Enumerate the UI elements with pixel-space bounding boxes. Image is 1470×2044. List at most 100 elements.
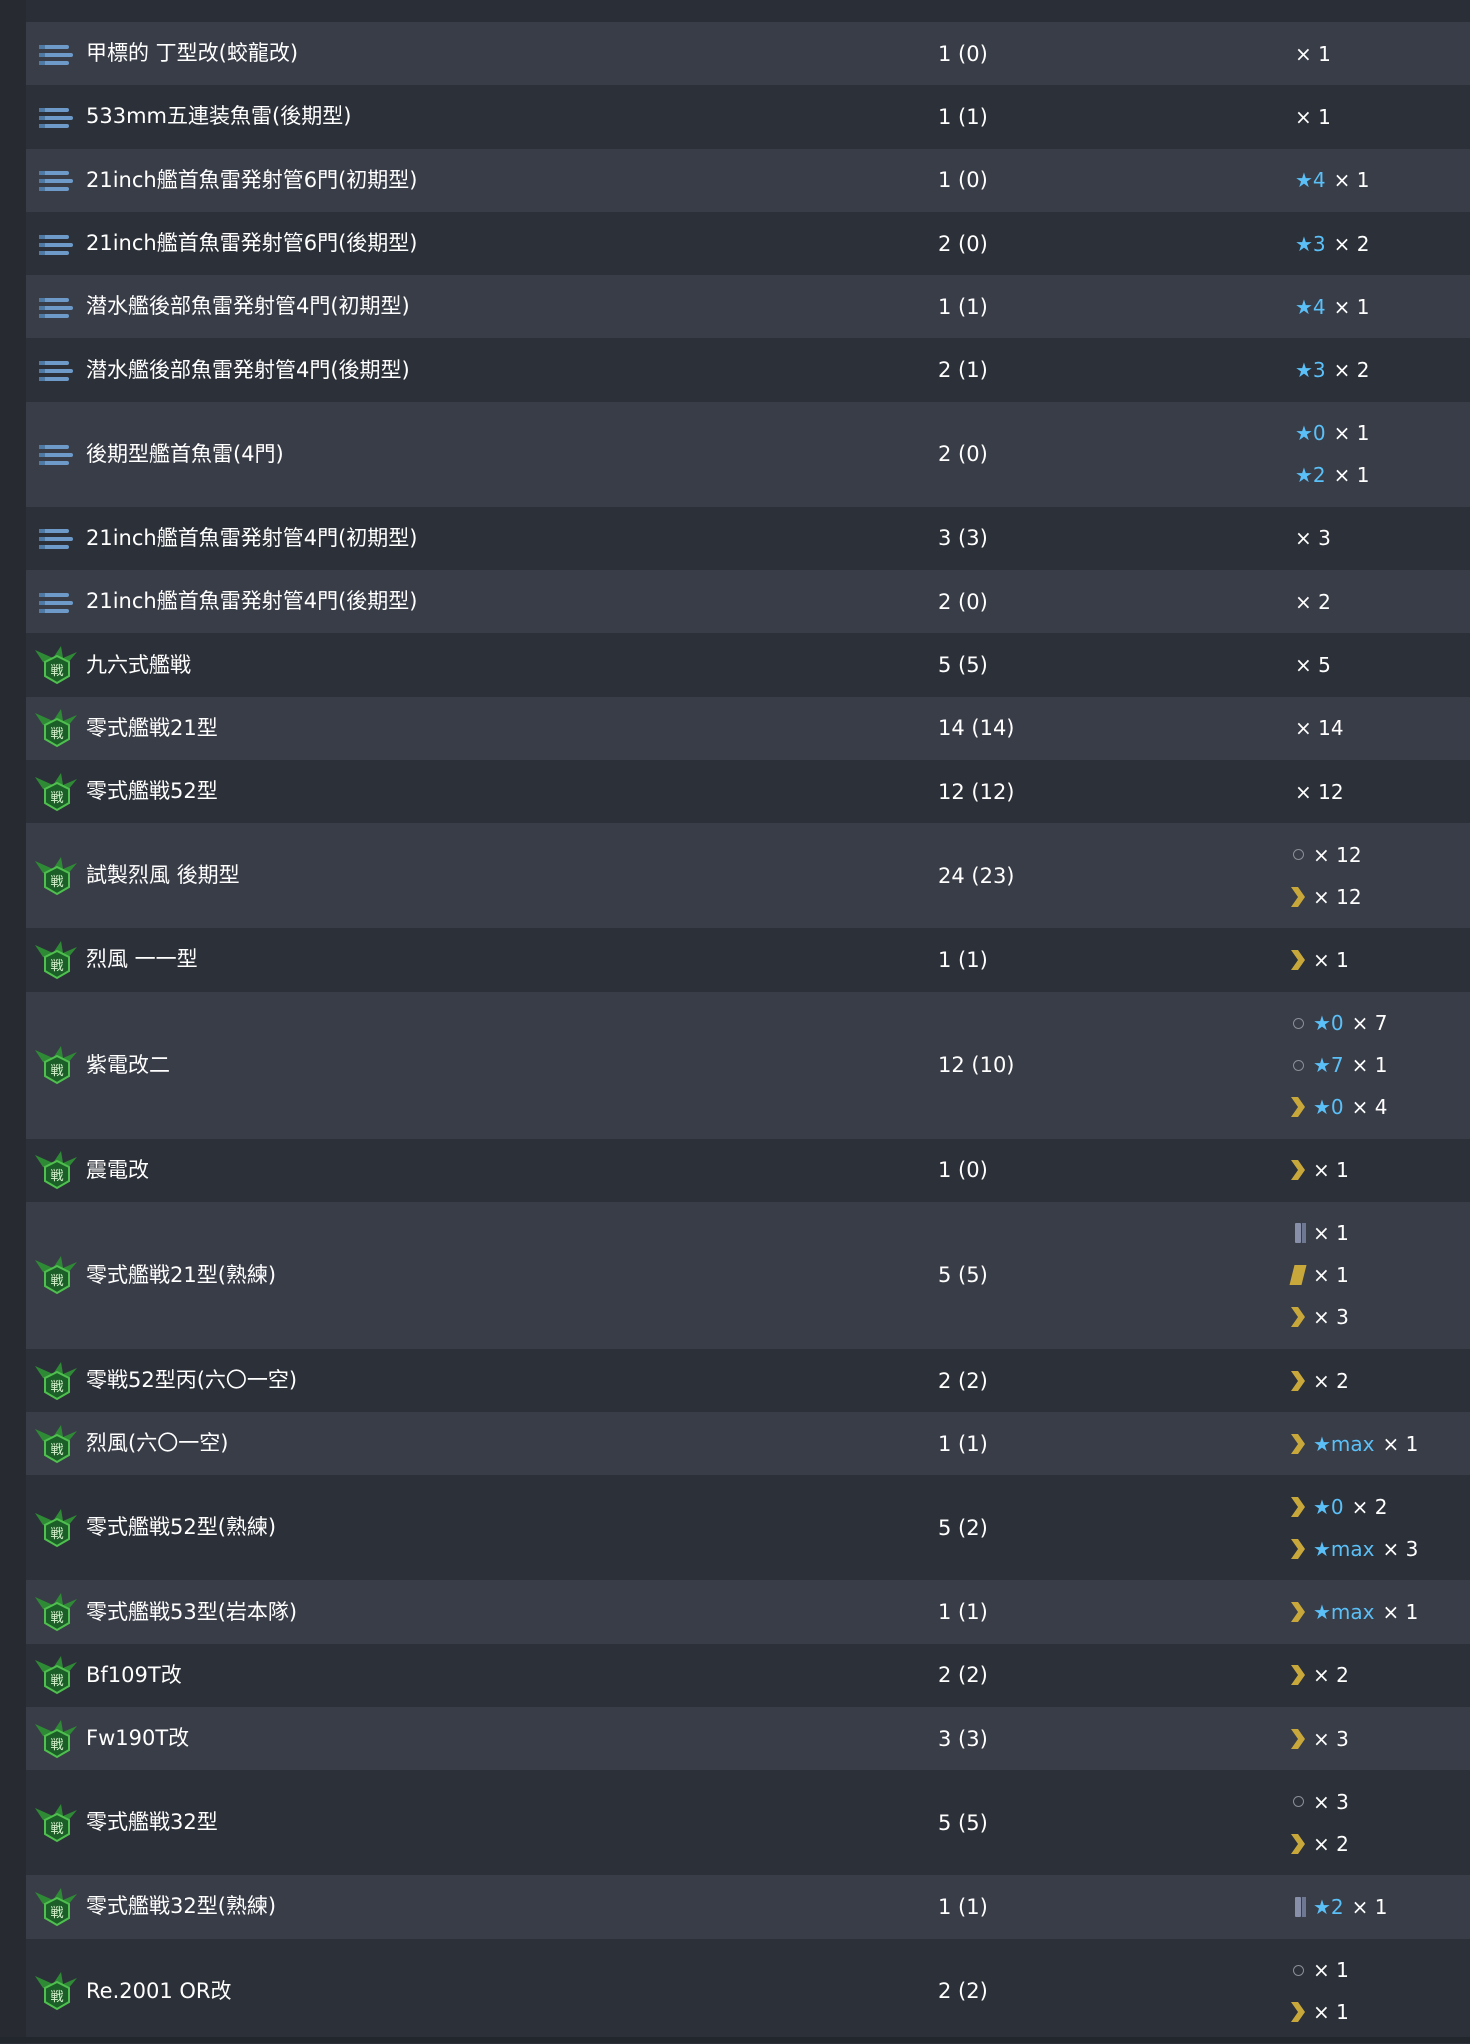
proficiency-circle-icon (1287, 1053, 1309, 1077)
stock-line: × 12 (1287, 883, 1470, 911)
improvement-star: ★0 (1313, 1095, 1344, 1120)
equipment-count: 5 (2) (938, 1515, 988, 1540)
stock-breakdown: × 1 (1287, 40, 1470, 68)
table-row: 潜水艦後部魚雷発射管4門(後期型) 2 (1) ★3 × 2 (26, 338, 1470, 402)
equipment-name: 零戦52型丙(六〇一空) (86, 1368, 298, 1392)
table-row: 戦 零戦52型丙(六〇一空) 2 (2) × 2 (26, 1348, 1470, 1413)
equipment-count: 14 (14) (938, 716, 1015, 741)
equipment-count: 2 (2) (938, 1368, 988, 1393)
stock-breakdown: ★3 × 2 (1287, 230, 1470, 258)
table-row: 戦 零式艦戦52型 12 (12) × 12 (26, 759, 1470, 824)
proficiency-chevron-icon (1287, 1663, 1309, 1687)
improvement-star: ★0 (1295, 421, 1326, 446)
stock-quantity: × 3 (1382, 1536, 1419, 1561)
table-row: 戦 紫電改二 12 (10) ★0 × 7 ★7 × 1 ★0 × 4 (26, 991, 1470, 1139)
stock-quantity: × 1 (1333, 421, 1370, 446)
table-row: 戦 Bf109T改 2 (2) × 2 (26, 1643, 1470, 1708)
fighter-icon: 戦 (26, 1644, 86, 1707)
proficiency-chevron-icon (1287, 1727, 1309, 1751)
torpedo-icon (26, 212, 86, 275)
fighter-icon: 戦 (26, 1202, 86, 1349)
stock-breakdown: ★3 × 2 (1287, 356, 1470, 384)
torpedo-icon (26, 570, 86, 633)
proficiency-bar-2-icon (1287, 1263, 1309, 1287)
equipment-name: 零式艦戦32型(熟練) (86, 1894, 277, 1919)
equipment-count: 1 (0) (938, 1158, 988, 1183)
equipment-name: 潜水艦後部魚雷発射管4門(後期型) (86, 357, 410, 382)
fighter-icon: 戦 (26, 1475, 86, 1580)
equipment-name: Fw190T改 (86, 1726, 190, 1751)
stock-breakdown: ★0 × 1 ★2 × 1 (1287, 419, 1470, 489)
fighter-icon-glyph: 戦 (50, 664, 63, 679)
table-row: 戦 烈風 一一型 1 (1) × 1 (26, 928, 1470, 992)
proficiency-chevron-icon (1287, 1095, 1309, 1119)
stock-breakdown: × 1 (1287, 1156, 1470, 1184)
equipment-count: 2 (2) (938, 1663, 988, 1688)
torpedo-icon (26, 149, 86, 212)
fighter-icon-glyph: 戦 (50, 959, 63, 974)
stock-line: × 2 (1287, 1367, 1470, 1395)
table-row: 甲標的 丁型改(蛟龍改) 1 (0) × 1 (26, 22, 1470, 86)
stock-quantity: × 12 (1295, 779, 1344, 804)
left-gutter (0, 0, 26, 2043)
stock-line: ★max × 3 (1287, 1535, 1470, 1563)
fighter-icon: 戦 (26, 992, 86, 1139)
stock-line: × 2 (1287, 1661, 1470, 1689)
stock-line: × 1 (1287, 103, 1470, 131)
stock-quantity: × 2 (1333, 358, 1370, 383)
improvement-star: ★4 (1295, 168, 1326, 193)
stock-quantity: × 1 (1333, 168, 1370, 193)
stock-breakdown: × 3 (1287, 524, 1470, 552)
stock-breakdown: ★4 × 1 (1287, 293, 1470, 321)
stock-quantity: × 14 (1295, 716, 1344, 741)
stock-line: × 3 (1287, 1303, 1470, 1331)
fighter-icon-glyph: 戦 (50, 1169, 63, 1184)
stock-quantity: × 1 (1333, 463, 1370, 488)
torpedo-icon (26, 22, 86, 85)
stock-line: × 12 (1287, 778, 1470, 806)
stock-line: × 12 (1287, 841, 1470, 869)
table-row: 戦 試製烈風 後期型 24 (23) × 12 × 12 (26, 823, 1470, 929)
equipment-name: 九六式艦戦 (86, 652, 191, 677)
table-row: 戦 零式艦戦21型(熟練) 5 (5) × 1 × 1 × 3 (26, 1201, 1470, 1349)
stock-line: × 14 (1287, 714, 1470, 742)
stock-breakdown: × 1 (1287, 946, 1470, 974)
stock-quantity: × 7 (1351, 1011, 1388, 1036)
equipment-name: 後期型艦首魚雷(4門) (86, 441, 284, 466)
table-row: 戦 Fw190T改 3 (3) × 3 (26, 1707, 1470, 1771)
fighter-icon-glyph: 戦 (50, 1380, 63, 1395)
stock-quantity: × 1 (1313, 947, 1349, 972)
equipment-name: 烈風(六〇一空) (86, 1431, 229, 1456)
equipment-name: 零式艦戦32型 (86, 1810, 218, 1835)
stock-quantity: × 1 (1313, 1958, 1349, 1983)
torpedo-icon (26, 507, 86, 570)
stock-line: ★max × 1 (1287, 1430, 1470, 1458)
table-row: 21inch艦首魚雷発射管4門(初期型) 3 (3) × 3 (26, 506, 1470, 571)
equipment-name: 零式艦戦21型(熟練) (86, 1262, 277, 1287)
stock-breakdown: ★0 × 2 ★max × 3 (1287, 1493, 1470, 1563)
stock-line: × 3 (1287, 1788, 1470, 1816)
table-row: 21inch艦首魚雷発射管6門(初期型) 1 (0) ★4 × 1 (26, 148, 1470, 212)
stock-quantity: × 2 (1313, 1368, 1349, 1393)
equipment-name: 試製烈風 後期型 (86, 863, 240, 888)
stock-line: ★max × 1 (1287, 1598, 1470, 1626)
table-row: 21inch艦首魚雷発射管4門(後期型) 2 (0) × 2 (26, 570, 1470, 634)
proficiency-circle-icon (1287, 843, 1309, 867)
table-row: 戦 Re.2001 OR改 2 (2) × 1 × 1 (26, 1938, 1470, 2044)
stock-line: ★2 × 1 (1287, 1893, 1470, 1921)
equipment-name: 21inch艦首魚雷発射管6門(後期型) (86, 231, 418, 256)
improvement-star: ★3 (1295, 358, 1326, 383)
equipment-count: 2 (0) (938, 442, 988, 467)
improvement-star: ★7 (1313, 1053, 1344, 1078)
stock-quantity: × 3 (1313, 1305, 1349, 1330)
stock-quantity: × 1 (1382, 1600, 1419, 1625)
table-row: 戦 零式艦戦32型 5 (5) × 3 × 2 (26, 1770, 1470, 1876)
stock-line: × 1 (1287, 1156, 1470, 1184)
stock-quantity: × 2 (1333, 231, 1370, 256)
fighter-icon: 戦 (26, 1139, 86, 1202)
improvement-star: ★2 (1313, 1894, 1344, 1919)
stock-line: ★4 × 1 (1287, 293, 1470, 321)
proficiency-chevron-icon (1287, 1537, 1309, 1561)
stock-breakdown: × 12 × 12 (1287, 841, 1470, 911)
table-row: 戦 零式艦戦21型 14 (14) × 14 (26, 696, 1470, 760)
